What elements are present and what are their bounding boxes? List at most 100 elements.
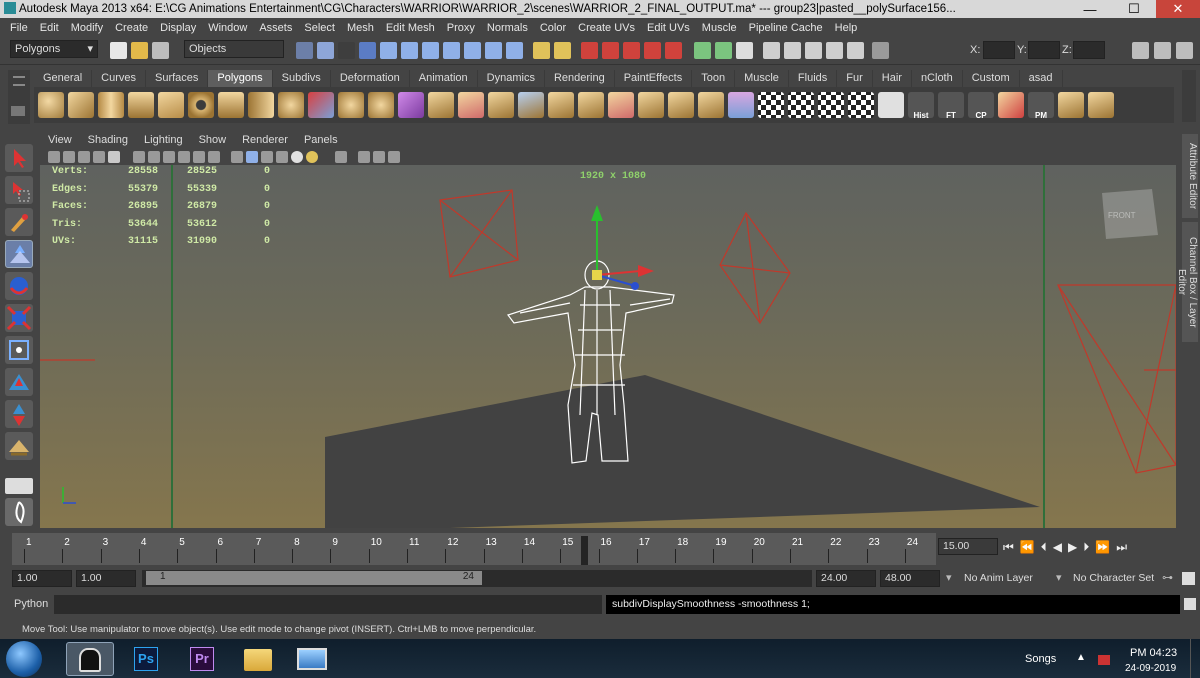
panel-menu-view[interactable]: View: [40, 132, 80, 148]
poly-cone-icon[interactable]: [128, 92, 154, 118]
y-field[interactable]: [1028, 41, 1060, 59]
minimize-button[interactable]: —: [1068, 0, 1112, 18]
panel-menu-lighting[interactable]: Lighting: [136, 132, 191, 148]
go-to-start-icon[interactable]: ⏮: [1003, 540, 1014, 555]
safe-title-icon[interactable]: [208, 150, 220, 163]
ipr-render-icon[interactable]: [805, 42, 822, 59]
bevel-icon[interactable]: [638, 92, 664, 118]
maximize-button[interactable]: ☐: [1112, 0, 1156, 18]
taskbar-photos[interactable]: [288, 642, 336, 676]
playback-end-field[interactable]: 24.00: [816, 570, 876, 587]
texture-icon[interactable]: [276, 150, 288, 163]
select-surfaces-icon[interactable]: [422, 42, 439, 59]
perspective-viewport[interactable]: Verts: 28558 28525 0 Edges: 55379 55339 0 Faces:…: [40, 165, 1176, 528]
output-ops-icon[interactable]: [715, 42, 732, 59]
current-frame-field[interactable]: 15.00: [938, 538, 998, 555]
tray-expand-icon[interactable]: ▲: [1076, 652, 1086, 663]
time-slider[interactable]: 1 2 3 4 5 6 7 8 9 10 11 12 13 14 15 16 17 18 19 20 21 22 23 24: [12, 533, 936, 565]
custom-shelf-2-icon[interactable]: [1088, 92, 1114, 118]
taskbar-premiere[interactable]: Pr: [178, 642, 226, 676]
menu-edit-mesh[interactable]: Edit Mesh: [380, 22, 441, 34]
tab-channel-box[interactable]: Channel Box / Layer Editor: [1176, 222, 1198, 342]
x-field[interactable]: [983, 41, 1015, 59]
anim-prefs-icon[interactable]: [1182, 572, 1195, 585]
select-tool-icon[interactable]: [5, 144, 33, 172]
shelf-tab-asad[interactable]: asad: [1020, 70, 1063, 87]
shelf-tab-painteffects[interactable]: PaintEffects: [615, 70, 693, 87]
mirror-geometry-icon[interactable]: [398, 92, 424, 118]
panel-menu-shading[interactable]: Shading: [80, 132, 136, 148]
poly-cylinder-icon[interactable]: [98, 92, 124, 118]
resolution-gate-icon[interactable]: [148, 150, 160, 163]
shelf-tab-toon[interactable]: Toon: [692, 70, 736, 87]
network-icon[interactable]: [1098, 655, 1110, 665]
play-forward-icon[interactable]: ▶: [1068, 540, 1077, 555]
panel-menu-panels[interactable]: Panels: [296, 132, 346, 148]
menu-set-dropdown[interactable]: Polygons ▾: [10, 40, 98, 58]
shelf-tab-polygons[interactable]: Polygons: [208, 70, 273, 87]
field-chart-icon[interactable]: [178, 150, 190, 163]
select-dynamics-icon[interactable]: [464, 42, 481, 59]
snap-grid-icon[interactable]: [581, 42, 598, 59]
select-joints-icon[interactable]: [380, 42, 397, 59]
sculpt-geometry-icon[interactable]: [728, 92, 754, 118]
poly-prism-icon[interactable]: [218, 92, 244, 118]
menu-create[interactable]: Create: [109, 22, 154, 34]
z-field[interactable]: [1073, 41, 1105, 59]
shelf-tab-curves[interactable]: Curves: [92, 70, 146, 87]
object-mode-icon[interactable]: [317, 42, 334, 59]
offset-edge-loop-icon[interactable]: [578, 92, 604, 118]
smooth-shade-icon[interactable]: [246, 150, 258, 163]
animation-end-field[interactable]: 48.00: [880, 570, 940, 587]
key-icon[interactable]: ⊶: [1162, 571, 1173, 584]
shelf-tab-animation[interactable]: Animation: [410, 70, 478, 87]
menu-color[interactable]: Color: [534, 22, 572, 34]
shelf-tab-surfaces[interactable]: Surfaces: [146, 70, 209, 87]
show-manipulator-icon[interactable]: [5, 400, 33, 428]
combine-icon[interactable]: [308, 92, 334, 118]
delete-history-button[interactable]: Hist: [908, 92, 934, 120]
clock-time[interactable]: PM 04:23: [1130, 647, 1177, 659]
menu-muscle[interactable]: Muscle: [696, 22, 743, 34]
move-manipulator-z-axis[interactable]: [596, 274, 633, 286]
attribute-editor-toggle-icon[interactable]: [1132, 42, 1149, 59]
menu-display[interactable]: Display: [154, 22, 202, 34]
panel-menu-show[interactable]: Show: [191, 132, 235, 148]
render-frame-icon[interactable]: [784, 42, 801, 59]
custom-tool-icon[interactable]: [998, 92, 1024, 118]
spherical-mapping-icon[interactable]: [818, 92, 844, 118]
show-desktop-button[interactable]: [1190, 639, 1200, 678]
shelf-tab-deformation[interactable]: Deformation: [331, 70, 410, 87]
shelf-tab-general[interactable]: General: [34, 70, 93, 87]
close-button[interactable]: ✕: [1156, 0, 1200, 18]
menu-pipeline-cache[interactable]: Pipeline Cache: [743, 22, 829, 34]
freeze-transforms-button[interactable]: FT: [938, 92, 964, 120]
script-editor-icon[interactable]: [1184, 598, 1196, 610]
transform-field-icon[interactable]: [872, 42, 889, 59]
film-gate-icon[interactable]: [133, 150, 145, 163]
command-input[interactable]: [54, 595, 602, 614]
shelf-tab-dynamics[interactable]: Dynamics: [478, 70, 545, 87]
automatic-mapping-icon[interactable]: [848, 92, 874, 118]
extrude-icon[interactable]: [428, 92, 454, 118]
shelf-tab-fur[interactable]: Fur: [837, 70, 873, 87]
menu-create-uvs[interactable]: Create UVs: [572, 22, 641, 34]
wireframe-on-shaded-icon[interactable]: [261, 150, 273, 163]
select-rendering-icon[interactable]: [485, 42, 502, 59]
hypershade-icon[interactable]: [847, 42, 864, 59]
snap-curve-icon[interactable]: [602, 42, 619, 59]
taskbar-photoshop[interactable]: Ps: [122, 642, 170, 676]
smooth-icon[interactable]: [368, 92, 394, 118]
move-manipulator-y-head[interactable]: [591, 205, 603, 221]
step-back-frame-icon[interactable]: ⏪: [1020, 540, 1035, 555]
select-misc-icon[interactable]: [506, 42, 523, 59]
step-forward-frame-icon[interactable]: ⏩: [1095, 540, 1110, 555]
taskbar-maya[interactable]: [66, 642, 114, 676]
grid-icon[interactable]: [108, 150, 120, 163]
shadows-icon[interactable]: [306, 150, 318, 163]
shelf-tab-fluids[interactable]: Fluids: [789, 70, 838, 87]
split-polygon-icon[interactable]: [518, 92, 544, 118]
taskbar-explorer[interactable]: [234, 642, 282, 676]
character-set-dropdown[interactable]: No Character Set: [1073, 572, 1154, 584]
save-scene-icon[interactable]: [152, 42, 169, 59]
